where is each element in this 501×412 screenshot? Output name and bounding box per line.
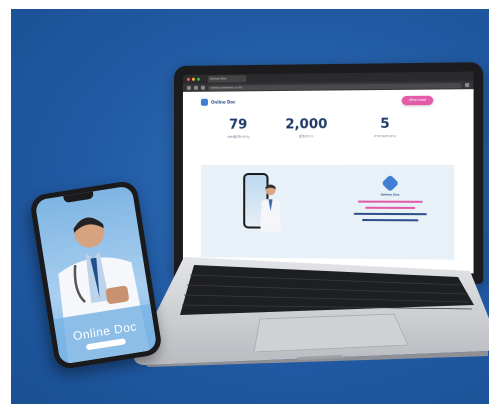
back-icon <box>187 86 191 90</box>
consult-button: ปรึกษาแพทย์ <box>402 96 434 106</box>
maximize-dot-icon <box>197 78 200 81</box>
page-header: Online Doc ปรึกษาแพทย์ <box>183 89 474 114</box>
laptop: Online Doc www.onlinedoc.co.th Online Do… <box>174 62 483 284</box>
stats-row: 79 แพทย์ผู้เชี่ยวชาญ 2,000 ผู้ใช้บริการ … <box>183 112 474 156</box>
product-photo-scene: Online Doc www.onlinedoc.co.th Online Do… <box>11 9 489 404</box>
laptop-keyboard-base <box>132 257 489 367</box>
stat-label: ผู้ใช้บริการ <box>276 134 338 139</box>
menu-icon <box>465 83 469 87</box>
phone-screen: Online Doc <box>35 185 158 364</box>
stat-specialties: 5 สาขาเฉพาะทาง <box>354 116 417 139</box>
forward-icon <box>194 86 198 90</box>
banner-text-line <box>362 219 418 221</box>
promo-banner: Online Doc <box>201 165 454 260</box>
browser-tab: Online Doc <box>208 75 246 82</box>
minimize-dot-icon <box>192 78 195 81</box>
stat-value: 5 <box>354 116 417 132</box>
banner-text-line <box>354 213 427 215</box>
close-dot-icon <box>187 78 190 81</box>
banner-text-line <box>358 201 423 203</box>
logo-text: Online Doc <box>211 99 236 104</box>
doctor-illustration <box>259 181 281 232</box>
stat-users: 2,000 ผู้ใช้บริการ <box>276 117 338 140</box>
laptop-screen: Online Doc www.onlinedoc.co.th Online Do… <box>183 72 474 274</box>
stat-value: 79 <box>208 117 269 132</box>
smartphone: Online Doc <box>29 180 163 371</box>
banner-logo-text: Online Doc <box>343 192 437 196</box>
stat-doctors: 79 แพทย์ผู้เชี่ยวชาญ <box>208 117 269 139</box>
banner-text-block: Online Doc <box>343 177 437 221</box>
logo-icon <box>201 99 208 106</box>
stat-label: สาขาเฉพาะทาง <box>354 134 417 139</box>
site-logo: Online Doc <box>201 98 236 105</box>
stat-label: แพทย์ผู้เชี่ยวชาญ <box>208 135 269 140</box>
reload-icon <box>201 86 205 90</box>
banner-logo-icon <box>381 175 399 192</box>
stat-value: 2,000 <box>276 117 338 133</box>
banner-text-line <box>365 207 415 209</box>
